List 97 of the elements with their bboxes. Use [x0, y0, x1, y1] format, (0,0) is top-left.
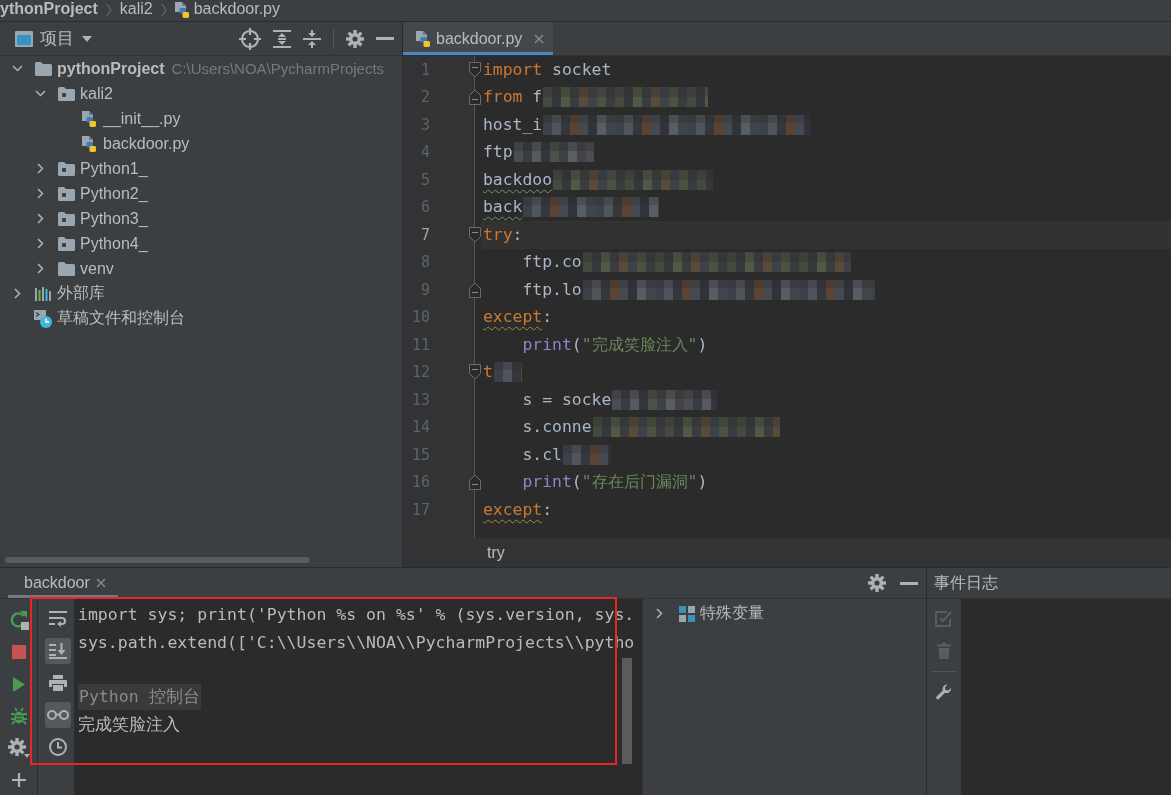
- breadcrumb-item[interactable]: ythonProject: [0, 0, 98, 18]
- project-path: C:\Users\NOA\PycharmProjects: [171, 60, 385, 77]
- printer-icon: [49, 675, 67, 691]
- package-folder-icon: [57, 161, 75, 176]
- code-line: ftp.lo: [522, 278, 582, 301]
- console-output-line: 完成笑脸注入: [78, 713, 180, 736]
- package-folder-icon: [57, 236, 75, 251]
- collapse-icon[interactable]: [303, 29, 321, 48]
- close-icon[interactable]: [534, 33, 545, 44]
- variable-item[interactable]: 特殊变量: [700, 603, 764, 624]
- code-line: print("完成笑脸注入"): [522, 333, 708, 356]
- breadcrumb-item[interactable]: try: [487, 544, 505, 562]
- horizontal-scrollbar[interactable]: [5, 557, 310, 563]
- code-line: back: [483, 196, 523, 219]
- vertical-scrollbar[interactable]: [622, 658, 632, 764]
- tree-item[interactable]: pythonProject: [57, 59, 165, 78]
- package-folder-icon: [57, 211, 75, 226]
- plus-icon[interactable]: [11, 773, 26, 787]
- wrap-lines-icon: [49, 611, 67, 627]
- code-line: from f: [483, 86, 543, 109]
- rerun-icon[interactable]: [8, 610, 29, 630]
- chevron-right-icon: [105, 3, 112, 17]
- wrench-icon[interactable]: [936, 684, 952, 700]
- code-line: backdoo: [483, 168, 553, 191]
- tree-item[interactable]: venv: [80, 259, 114, 278]
- chevron-right-icon[interactable]: [13, 288, 21, 299]
- python-file-icon: [416, 30, 430, 47]
- fold-marker-icon[interactable]: [469, 89, 481, 106]
- code-line: ftp: [483, 141, 513, 164]
- console-clock-icon: [34, 309, 52, 328]
- line-number: 7: [420, 225, 430, 244]
- tree-item[interactable]: __init__.py: [103, 109, 181, 128]
- tree-item[interactable]: 草稿文件和控制台: [57, 308, 185, 329]
- tree-item[interactable]: Python2_: [80, 184, 148, 203]
- crosshair-icon[interactable]: [239, 27, 261, 50]
- view-button[interactable]: [45, 702, 71, 728]
- python-file-icon: [82, 110, 96, 127]
- grid-icon: [679, 605, 695, 622]
- fold-marker-icon[interactable]: [469, 281, 481, 298]
- expand-icon[interactable]: [273, 29, 291, 48]
- view-dropdown[interactable]: 项目: [40, 27, 92, 50]
- run-icon[interactable]: [12, 676, 25, 692]
- folder-icon: [57, 261, 75, 276]
- settings-icon[interactable]: [868, 574, 886, 592]
- tree-item[interactable]: backdoor.py: [103, 134, 190, 153]
- library-icon: [35, 286, 51, 301]
- chevron-right-icon[interactable]: [655, 608, 663, 619]
- code-line: s = socke: [522, 388, 612, 411]
- code-line: except:: [483, 498, 553, 521]
- settings-icon[interactable]: [7, 738, 30, 758]
- stop-icon[interactable]: [11, 645, 26, 659]
- tree-item[interactable]: Python1_: [80, 159, 148, 178]
- close-icon[interactable]: [95, 578, 106, 588]
- code-line: print("存在后门漏洞"): [522, 471, 708, 494]
- lines-arrow-down-icon: [49, 643, 67, 659]
- code-line: except:: [483, 306, 553, 329]
- scroll-to-end-button[interactable]: [45, 638, 71, 664]
- tree-item[interactable]: Python4_: [80, 234, 148, 253]
- package-folder-icon: [57, 186, 75, 201]
- clock-icon: [49, 738, 67, 756]
- python-file-icon: [82, 135, 96, 152]
- chevron-right-icon[interactable]: [36, 188, 44, 199]
- code-line: ftp.co: [522, 251, 582, 274]
- chevron-right-icon[interactable]: [36, 238, 44, 249]
- bug-icon[interactable]: [9, 707, 28, 725]
- fold-marker-icon[interactable]: [469, 61, 481, 78]
- minimize-icon[interactable]: [900, 581, 918, 585]
- chevron-right-icon: [160, 3, 167, 17]
- breadcrumb-item[interactable]: backdoor.py: [193, 0, 280, 18]
- tree-item[interactable]: 外部库: [57, 283, 105, 304]
- console-banner: Python 控制台: [78, 684, 201, 711]
- code-line: t: [483, 361, 493, 384]
- chevron-right-icon[interactable]: [36, 163, 44, 174]
- package-folder-icon: [57, 86, 75, 101]
- python-file-icon: [174, 2, 189, 18]
- chevron-right-icon[interactable]: [36, 263, 44, 274]
- code-line: s.conne: [522, 416, 592, 439]
- fold-marker-icon[interactable]: [469, 226, 481, 243]
- fold-marker-icon[interactable]: [469, 474, 481, 491]
- chevron-right-icon[interactable]: [36, 213, 44, 224]
- caret-icon: [82, 35, 92, 42]
- code-line: host_i: [483, 113, 543, 136]
- glasses-icon: [47, 710, 69, 720]
- tree-item[interactable]: Python3_: [80, 209, 148, 228]
- code-line: try:: [483, 223, 523, 246]
- chevron-down-icon[interactable]: [11, 65, 23, 72]
- tree-item[interactable]: kali2: [80, 84, 113, 103]
- breadcrumb-item[interactable]: kali2: [119, 0, 153, 18]
- chevron-down-icon[interactable]: [34, 90, 46, 97]
- settings-icon[interactable]: [346, 29, 364, 48]
- window-icon: [15, 30, 33, 47]
- code-line: import socket: [483, 58, 612, 81]
- panel-title: 事件日志: [934, 572, 998, 593]
- folder-icon: [34, 61, 52, 76]
- code-line: s.cl: [522, 443, 562, 466]
- fold-marker-icon[interactable]: [469, 364, 481, 381]
- editor-tab[interactable]: backdoor.py: [403, 22, 554, 55]
